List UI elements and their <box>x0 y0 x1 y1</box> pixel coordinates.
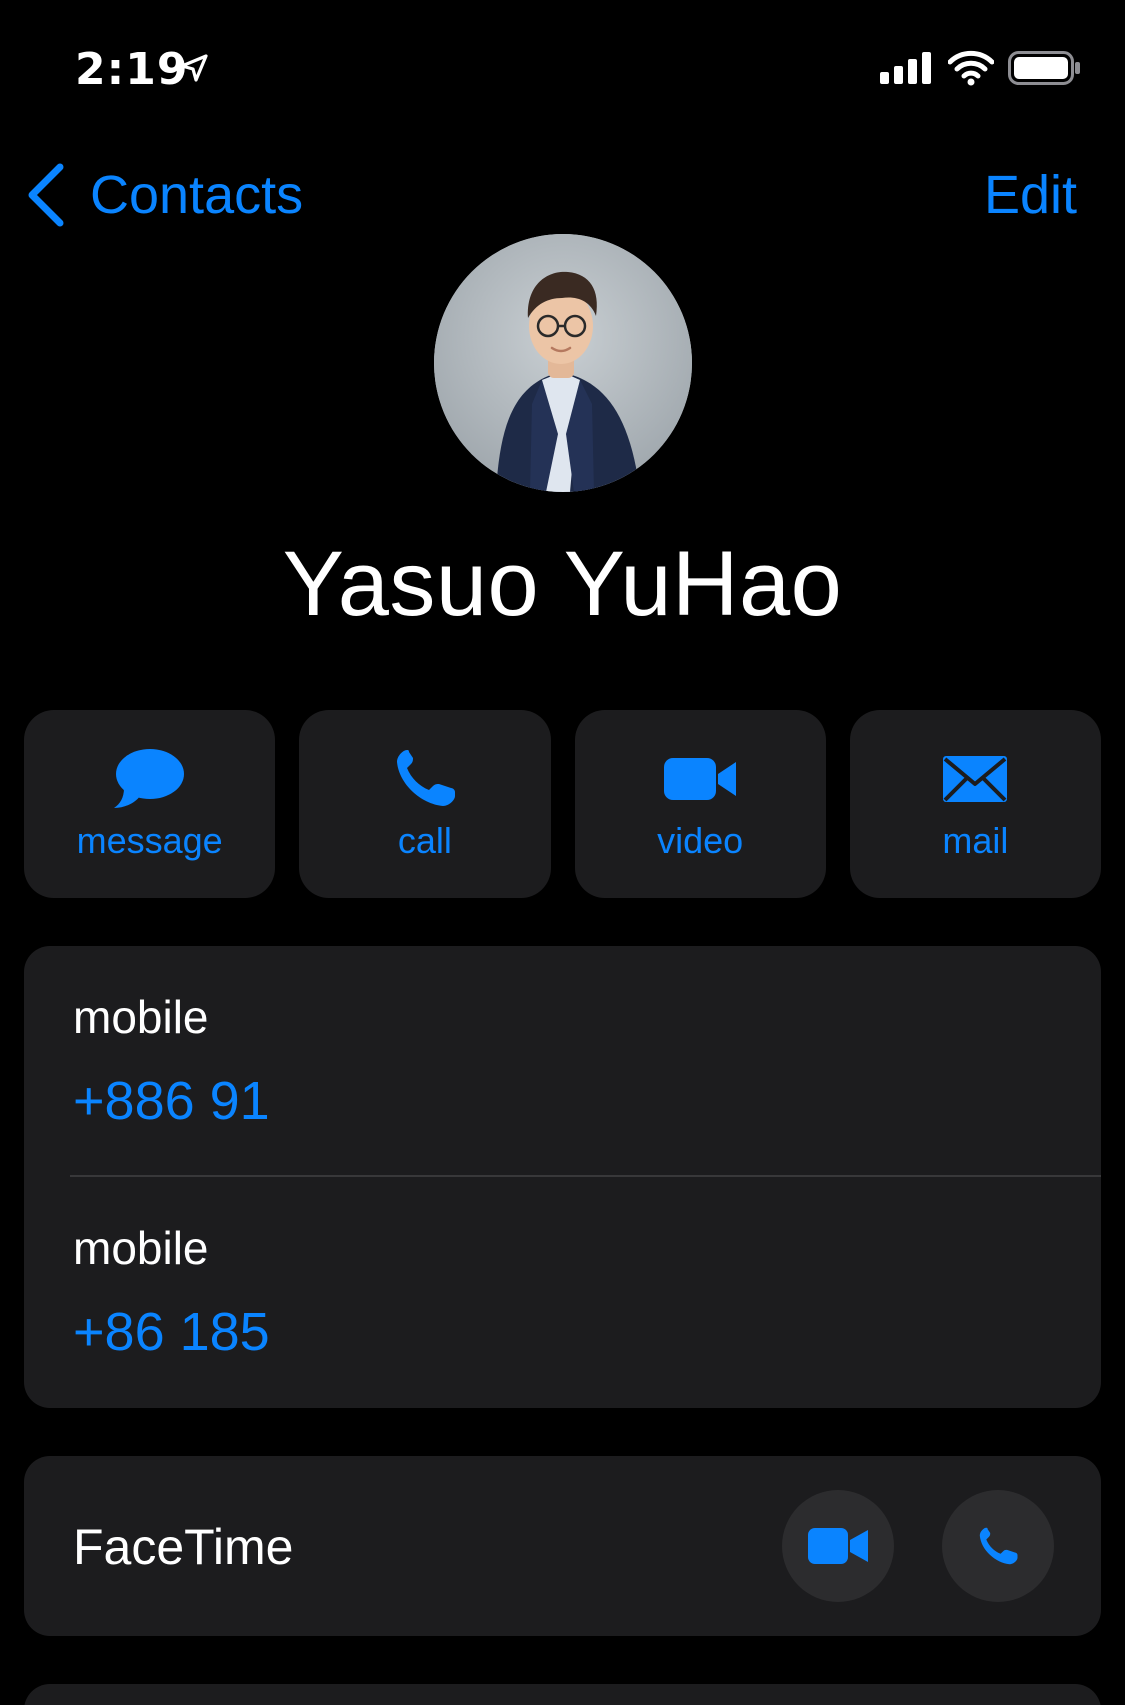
status-bar: 2:19 <box>0 0 1125 140</box>
chevron-left-icon <box>28 163 64 227</box>
cellular-signal-icon <box>880 52 931 84</box>
quick-actions: message call video mail <box>24 710 1101 898</box>
status-time: 2:19 <box>75 44 189 95</box>
envelope-icon <box>943 756 1008 802</box>
back-button-label: Contacts <box>90 165 304 225</box>
video-button[interactable]: video <box>574 710 826 898</box>
facetime-card: FaceTime <box>24 1456 1101 1636</box>
video-camera-icon <box>664 758 737 800</box>
phone-numbers-card: mobile +886 91 mobile +86 185 <box>24 946 1101 1408</box>
avatar-photo <box>434 234 692 492</box>
phone-icon <box>979 1527 1018 1565</box>
back-button[interactable]: Contacts <box>24 160 303 230</box>
next-section-card <box>24 1684 1101 1705</box>
facetime-audio-button[interactable] <box>942 1490 1054 1602</box>
mail-button-label: mail <box>942 820 1009 861</box>
video-button-label: video <box>657 820 744 861</box>
facetime-label: FaceTime <box>73 1519 294 1575</box>
phone-row[interactable]: mobile +86 185 <box>24 1177 1101 1408</box>
phone-number[interactable]: +886 91 <box>73 1070 270 1132</box>
contact-detail-screen: 2:19 Contacts Edit Yasuo YuHao message c… <box>0 0 1125 1705</box>
mail-button[interactable]: mail <box>849 710 1101 898</box>
avatar <box>434 234 692 492</box>
call-button-label: call <box>397 820 452 861</box>
message-bubble-icon <box>113 749 184 808</box>
edit-button[interactable]: Edit <box>984 160 1077 230</box>
video-camera-icon <box>808 1528 868 1564</box>
wifi-icon <box>948 50 994 86</box>
call-button[interactable]: call <box>299 710 551 898</box>
message-button-label: message <box>76 820 223 861</box>
battery-icon <box>1008 51 1080 85</box>
phone-icon <box>396 750 455 806</box>
phone-label: mobile <box>73 1222 209 1274</box>
phone-number[interactable]: +86 185 <box>73 1301 270 1363</box>
contact-name: Yasuo YuHao <box>282 533 843 635</box>
phone-label: mobile <box>73 991 209 1043</box>
phone-row[interactable]: mobile +886 91 <box>24 946 1101 1177</box>
facetime-video-button[interactable] <box>782 1490 894 1602</box>
location-arrow-icon <box>180 54 208 82</box>
message-button[interactable]: message <box>24 710 276 898</box>
